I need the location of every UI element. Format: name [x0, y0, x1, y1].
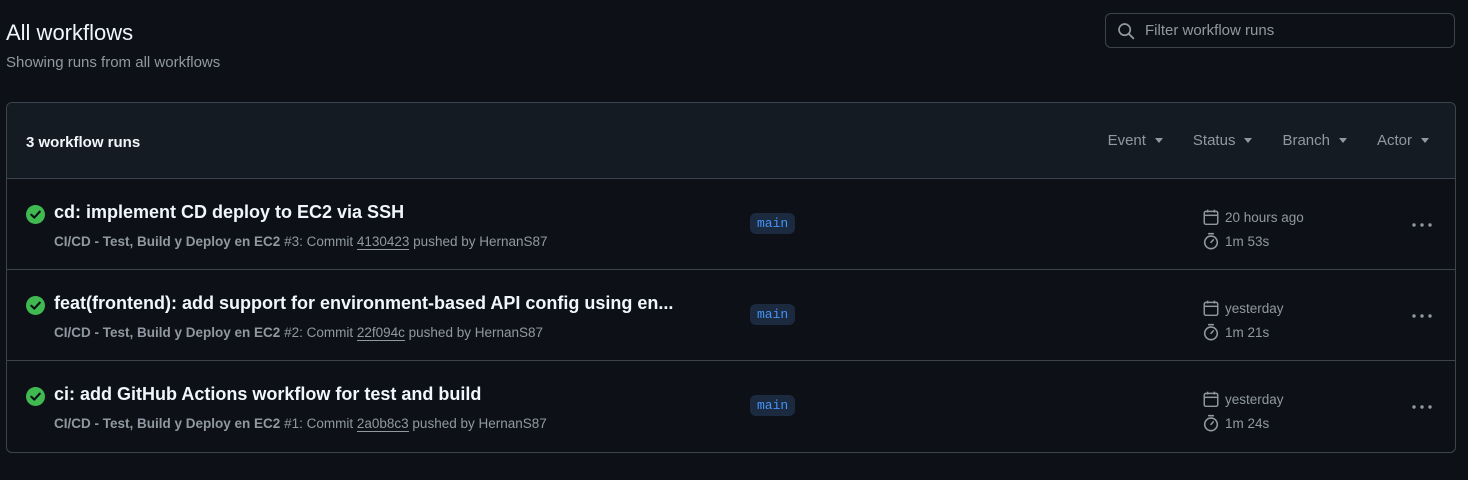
more-options-button[interactable] [1405, 304, 1439, 328]
run-duration: 1m 53s [1225, 233, 1270, 249]
search-icon [1117, 22, 1135, 40]
runs-header: 3 workflow runs Event Status Branch Acto… [7, 103, 1455, 179]
stopwatch-icon [1202, 232, 1220, 250]
run-timing: 20 hours ago 1m 53s [1202, 205, 1304, 253]
pushed-by: pushed by HernanS87 [408, 416, 547, 431]
run-date: yesterday [1225, 300, 1284, 316]
filter-search-box[interactable] [1105, 13, 1455, 48]
commit-prefix: : Commit [299, 234, 357, 249]
pushed-by: pushed by HernanS87 [409, 234, 548, 249]
run-count: 3 workflow runs [26, 134, 141, 151]
workflow-run-row: feat(frontend): add support for environm… [7, 270, 1455, 361]
run-date: 20 hours ago [1225, 209, 1304, 225]
commit-prefix: : Commit [299, 416, 357, 431]
filter-label: Status [1192, 132, 1236, 149]
commit-sha-link[interactable]: 22f094c [356, 325, 405, 341]
caret-down-icon [1338, 138, 1347, 143]
branch-label[interactable]: main [750, 395, 796, 416]
workflow-run-row: ci: add GitHub Actions workflow for test… [7, 361, 1455, 452]
status-filter-button[interactable]: Status [1193, 132, 1253, 149]
filter-bar: Event Status Branch Actor [1078, 132, 1429, 149]
kebab-horizontal-icon [1412, 223, 1432, 227]
event-filter-button[interactable]: Event [1108, 132, 1163, 149]
workflow-run-row: cd: implement CD deploy to EC2 via SSH C… [7, 179, 1455, 270]
stopwatch-icon [1202, 414, 1220, 432]
run-title-link[interactable]: cd: implement CD deploy to EC2 via SSH [54, 202, 404, 223]
page-title: All workflows [6, 20, 134, 45]
check-circle-fill-icon [26, 387, 45, 406]
page-subtitle: Showing runs from all workflows [6, 54, 221, 71]
run-number: #2 [284, 325, 300, 340]
more-options-button[interactable] [1405, 395, 1439, 419]
run-duration: 1m 21s [1225, 324, 1270, 340]
filter-workflow-runs-input[interactable] [1145, 22, 1454, 39]
more-options-button[interactable] [1405, 213, 1439, 237]
run-timing: yesterday 1m 24s [1202, 387, 1284, 435]
branch-label[interactable]: main [750, 213, 796, 234]
workflow-name: CI/CD - Test, Build y Deploy en EC2 [54, 416, 281, 431]
run-number: #1 [284, 416, 300, 431]
calendar-icon [1202, 208, 1220, 226]
filter-label: Actor [1376, 132, 1412, 149]
run-meta: CI/CD - Test, Build y Deploy en EC2 #2: … [54, 325, 544, 341]
workflows-page: All workflows Showing runs from all work… [0, 0, 1468, 480]
kebab-horizontal-icon [1412, 314, 1432, 318]
caret-down-icon [1421, 138, 1429, 143]
check-circle-fill-icon [26, 205, 45, 224]
branch-label[interactable]: main [750, 304, 796, 325]
filter-label: Event [1107, 132, 1146, 149]
calendar-icon [1202, 299, 1220, 317]
run-number: #3 [284, 234, 300, 249]
run-meta: CI/CD - Test, Build y Deploy en EC2 #3: … [54, 234, 548, 250]
commit-sha-link[interactable]: 2a0b8c3 [356, 416, 409, 432]
calendar-icon [1202, 390, 1220, 408]
run-duration: 1m 24s [1225, 415, 1270, 431]
run-timing: yesterday 1m 21s [1202, 296, 1284, 344]
workflow-name: CI/CD - Test, Build y Deploy en EC2 [54, 234, 281, 249]
branch-filter-button[interactable]: Branch [1282, 132, 1347, 149]
kebab-horizontal-icon [1412, 405, 1432, 409]
filter-label: Branch [1282, 132, 1330, 149]
caret-down-icon [1244, 138, 1253, 143]
run-title-link[interactable]: feat(frontend): add support for environm… [54, 293, 673, 314]
workflow-runs-box: 3 workflow runs Event Status Branch Acto… [6, 102, 1456, 453]
actor-filter-button[interactable]: Actor [1377, 132, 1429, 149]
workflow-name: CI/CD - Test, Build y Deploy en EC2 [54, 325, 281, 340]
run-title-link[interactable]: ci: add GitHub Actions workflow for test… [54, 384, 481, 405]
stopwatch-icon [1202, 323, 1220, 341]
commit-sha-link[interactable]: 4130423 [356, 234, 410, 250]
caret-down-icon [1154, 138, 1163, 143]
check-circle-fill-icon [26, 296, 45, 315]
run-date: yesterday [1225, 391, 1284, 407]
commit-prefix: : Commit [299, 325, 357, 340]
run-meta: CI/CD - Test, Build y Deploy en EC2 #1: … [54, 416, 547, 432]
pushed-by: pushed by HernanS87 [404, 325, 544, 340]
